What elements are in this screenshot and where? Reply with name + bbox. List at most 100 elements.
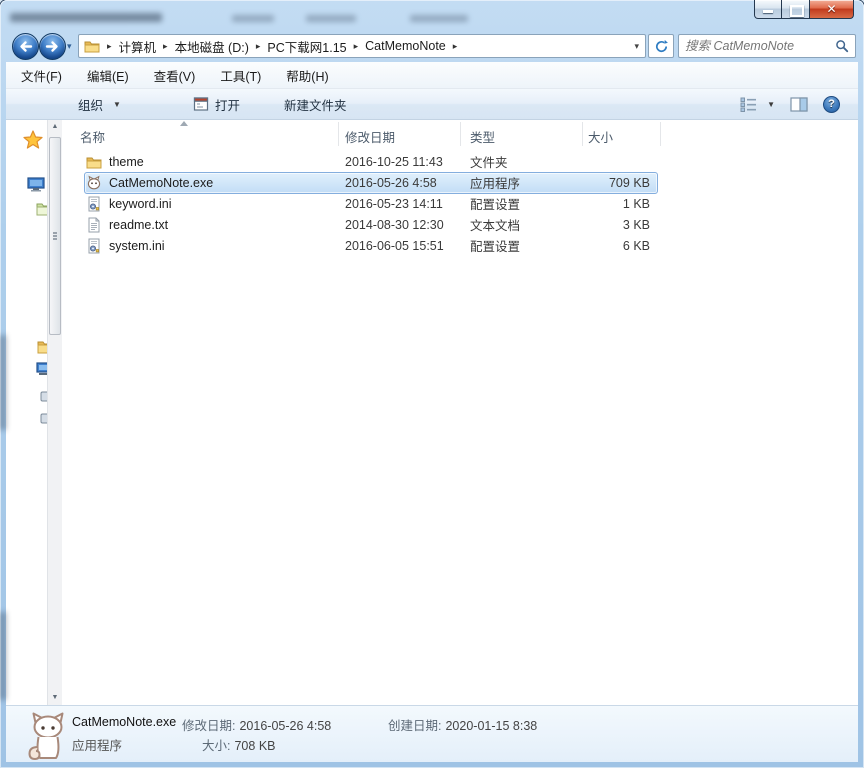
chevron-down-icon: ▼ xyxy=(113,99,121,109)
address-dropdown-icon[interactable]: ▾ xyxy=(634,41,639,52)
details-modified: 修改日期: 2016-05-26 4:58 xyxy=(182,715,331,734)
search-box[interactable] xyxy=(678,34,856,58)
details-file-type: 应用程序 xyxy=(72,739,123,753)
file-size: 1 KB xyxy=(622,196,650,211)
file-type: 文件夹 xyxy=(470,156,508,170)
search-icon[interactable] xyxy=(835,39,849,53)
column-divider[interactable] xyxy=(660,122,661,146)
breadcrumb-separator-icon[interactable] xyxy=(446,39,465,53)
ini-config-icon xyxy=(88,238,100,253)
refresh-button[interactable] xyxy=(648,34,674,58)
desktop-icon[interactable] xyxy=(27,177,45,192)
details-file-name: CatMemoNote.exe xyxy=(72,715,177,729)
new-folder-label: 新建文件夹 xyxy=(283,98,347,113)
search-input[interactable] xyxy=(685,39,835,53)
column-header-size[interactable]: 大小 xyxy=(588,127,613,146)
column-divider[interactable] xyxy=(338,122,339,146)
file-date: 2016-10-25 11:43 xyxy=(345,154,443,169)
file-row-keyword-ini[interactable]: keyword.ini 2016-05-23 14:11 配置设置 1 KB xyxy=(62,193,858,214)
scroll-up-icon[interactable]: ▲ xyxy=(48,120,62,134)
navigation-pane[interactable]: ▲ ▼ xyxy=(6,120,62,705)
forward-button[interactable] xyxy=(39,33,66,60)
refresh-icon xyxy=(655,39,668,52)
frame-translucency-artifact xyxy=(0,612,6,700)
scroll-down-icon[interactable]: ▼ xyxy=(48,691,62,705)
menu-edit[interactable]: 编辑(E) xyxy=(87,66,129,85)
file-type: 应用程序 xyxy=(470,177,521,191)
file-size: 709 KB xyxy=(608,175,650,190)
breadcrumb-separator-icon[interactable] xyxy=(156,39,175,53)
explorer-window: ▾ 计算机 本地磁盘 (D:) PC下载网1.15 CatMemoNote ▾ xyxy=(0,0,864,768)
favorites-star-icon[interactable] xyxy=(23,130,43,150)
details-modified-value: 2016-05-26 4:58 xyxy=(239,719,332,733)
back-button[interactable] xyxy=(12,33,39,60)
scrollbar-thumb[interactable] xyxy=(49,137,61,335)
new-folder-button[interactable]: 新建文件夹 xyxy=(284,95,347,114)
file-type: 文本文档 xyxy=(470,219,521,233)
breadcrumb-item-local-disk-d[interactable]: 本地磁盘 (D:) xyxy=(175,37,249,56)
address-bar[interactable]: 计算机 本地磁盘 (D:) PC下载网1.15 CatMemoNote ▾ xyxy=(78,34,646,58)
menu-file[interactable]: 文件(F) xyxy=(21,66,62,85)
help-icon[interactable]: ? xyxy=(823,95,840,113)
organize-button[interactable]: 组织 ▼ xyxy=(78,95,121,114)
file-row-system-ini[interactable]: system.ini 2016-06-05 15:51 配置设置 6 KB xyxy=(62,235,858,256)
breadcrumb-separator-icon[interactable] xyxy=(249,39,268,53)
ini-config-icon xyxy=(88,196,100,211)
forward-arrow-icon xyxy=(45,41,58,52)
open-button[interactable]: 打开 xyxy=(193,95,240,114)
details-size-value: 708 KB xyxy=(234,739,276,753)
chevron-down-icon: ▼ xyxy=(767,99,775,109)
details-size: 大小: 708 KB xyxy=(202,735,276,754)
blurred-title-text xyxy=(410,15,468,22)
column-divider[interactable] xyxy=(582,122,583,146)
breadcrumb-item-computer[interactable]: 计算机 xyxy=(119,37,157,56)
folder-icon xyxy=(84,41,100,53)
title-bar[interactable] xyxy=(0,0,864,30)
navigation-bar: ▾ 计算机 本地磁盘 (D:) PC下载网1.15 CatMemoNote ▾ xyxy=(0,30,864,62)
file-name: system.ini xyxy=(109,238,165,253)
blurred-title-text xyxy=(10,13,162,22)
recent-pages-dropdown-icon[interactable]: ▾ xyxy=(67,41,72,52)
folder-icon xyxy=(86,157,102,168)
details-created-label: 创建日期: xyxy=(388,719,442,733)
breadcrumb-item-pc-download[interactable]: PC下载网1.15 xyxy=(267,37,346,56)
file-row-theme[interactable]: theme 2016-10-25 11:43 文件夹 xyxy=(62,151,858,172)
menu-view[interactable]: 查看(V) xyxy=(154,66,196,85)
details-created-value: 2020-01-15 8:38 xyxy=(445,719,538,733)
file-name: readme.txt xyxy=(109,217,169,232)
application-window-icon xyxy=(193,97,209,111)
file-row-readme-txt[interactable]: readme.txt 2014-08-30 12:30 文本文档 3 KB xyxy=(62,214,858,235)
cat-logo-icon xyxy=(28,712,64,760)
file-date: 2016-06-05 15:51 xyxy=(345,238,444,253)
back-arrow-icon xyxy=(20,41,33,52)
file-row-catmemonote-exe[interactable]: CatMemoNote.exe 2016-05-26 4:58 应用程序 709… xyxy=(62,172,858,194)
command-toolbar: 组织 ▼ 打开 新建文件夹 ▼ ? xyxy=(6,89,858,120)
details-size-label: 大小: xyxy=(202,739,231,753)
file-list-pane: 名称 修改日期 类型 大小 theme 2016-10-25 11:43 文件夹 xyxy=(62,120,858,705)
minimize-button[interactable] xyxy=(754,0,782,19)
close-button[interactable] xyxy=(809,0,854,19)
file-type: 配置设置 xyxy=(470,240,521,254)
column-header-name[interactable]: 名称 xyxy=(80,127,105,146)
text-file-icon xyxy=(88,217,100,232)
breadcrumb-separator-icon[interactable] xyxy=(347,39,366,53)
preview-pane-button[interactable] xyxy=(790,96,808,112)
menu-help[interactable]: 帮助(H) xyxy=(286,66,328,85)
column-header-date-modified[interactable]: 修改日期 xyxy=(345,127,395,146)
sidebar-scrollbar[interactable]: ▲ ▼ xyxy=(47,120,62,705)
views-button[interactable]: ▼ xyxy=(740,96,775,112)
menu-tools[interactable]: 工具(T) xyxy=(220,66,261,85)
maximize-button[interactable] xyxy=(782,0,809,19)
file-date: 2016-05-23 14:11 xyxy=(345,196,443,211)
views-icon xyxy=(740,97,757,112)
file-date: 2014-08-30 12:30 xyxy=(345,217,444,232)
window-controls xyxy=(754,0,854,20)
column-header-type[interactable]: 类型 xyxy=(470,127,495,146)
cat-app-icon xyxy=(87,175,101,189)
column-divider[interactable] xyxy=(460,122,461,146)
file-rows: theme 2016-10-25 11:43 文件夹 CatMemoNote.e… xyxy=(62,151,858,256)
frame-translucency-artifact xyxy=(0,335,6,430)
file-date: 2016-05-26 4:58 xyxy=(345,175,437,190)
details-modified-label: 修改日期: xyxy=(182,719,236,733)
breadcrumb-item-catmemonote[interactable]: CatMemoNote xyxy=(365,39,446,53)
